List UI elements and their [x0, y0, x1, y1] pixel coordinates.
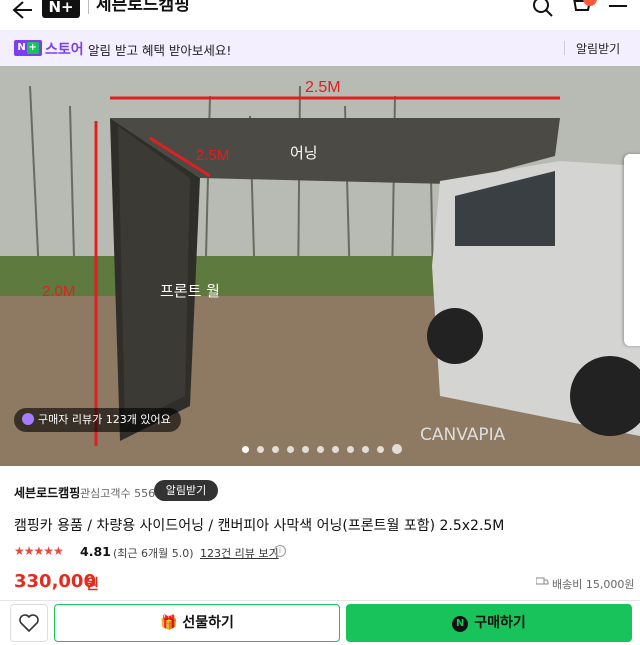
- follow-alarm-button[interactable]: 알림받기: [154, 480, 218, 501]
- review-count-pill[interactable]: 구매자 리뷰가 123개 있어요: [14, 408, 181, 432]
- gift-icon: 🎁: [160, 615, 178, 631]
- product-image[interactable]: 2.5M 2.5M 2.0M 어닝 프론트 월 CANVAPIA: [0, 66, 640, 466]
- rating-value: 4.81: [80, 544, 111, 559]
- price: 330,000: [14, 571, 96, 592]
- store-name[interactable]: 세븐로드캠핑: [96, 0, 190, 16]
- wishlist-button[interactable]: [10, 604, 48, 642]
- review-icon: [22, 413, 34, 425]
- gift-button[interactable]: 🎁 선물하기: [54, 604, 340, 642]
- carousel-dot[interactable]: [287, 446, 294, 453]
- store-banner: N + 스토어 알림 받고 혜택 받아보세요! 알림받기: [0, 30, 640, 66]
- carousel-dot[interactable]: [242, 446, 249, 453]
- buy-button[interactable]: N 구매하기: [346, 604, 632, 642]
- naver-pay-icon: N: [452, 616, 469, 632]
- rating-stars: ★★★★★: [14, 544, 64, 558]
- truck-icon: [536, 577, 549, 585]
- depth-dimension-label: 2.5M: [196, 147, 229, 164]
- heart-icon: [19, 614, 39, 633]
- seller-name[interactable]: 세븐로드캠핑: [14, 484, 80, 501]
- banner-message: 알림 받고 혜택 받아보세요!: [88, 43, 232, 58]
- carousel-dot[interactable]: [362, 446, 369, 453]
- back-arrow-icon[interactable]: [10, 0, 34, 22]
- price-unit: 원: [86, 577, 99, 593]
- carousel-dot[interactable]: [332, 446, 339, 453]
- awning-photo: 2.5M 2.5M 2.0M 어닝 프론트 월 CANVAPIA: [0, 66, 640, 466]
- height-dimension-label: 2.0M: [42, 283, 75, 300]
- shipping-fee: 배송비 15,000원: [552, 578, 635, 591]
- follower-count: 관심고객수 556: [80, 487, 156, 500]
- banner-subscribe-button[interactable]: 알림받기: [576, 40, 620, 57]
- buy-label: 구매하기: [474, 615, 526, 631]
- naver-plus-badge: N +: [14, 40, 42, 56]
- review-link[interactable]: 123건 리뷰 보기: [200, 545, 279, 561]
- divider: [88, 0, 89, 14]
- awning-label: 어닝: [290, 144, 318, 162]
- top-bar: N+ 세븐로드캠핑: [0, 0, 640, 30]
- divider: [564, 41, 565, 55]
- side-tab[interactable]: [624, 154, 640, 346]
- recent-rating: (최근 6개월 5.0): [113, 547, 194, 560]
- banner-store-label: 스토어: [45, 42, 84, 58]
- carousel-dot[interactable]: [257, 446, 264, 453]
- carousel-play-icon[interactable]: [392, 444, 402, 454]
- carousel-dot[interactable]: [272, 446, 279, 453]
- carousel-dot[interactable]: [317, 446, 324, 453]
- product-title: 캠핑카 용품 / 차량용 사이드어닝 / 캔버피아 사막색 어닝(프론트월 포함…: [14, 518, 505, 534]
- naver-plus-logo[interactable]: N+: [42, 0, 80, 18]
- carousel-dot[interactable]: [377, 446, 384, 453]
- review-notice-text: 구매자 리뷰가 123개 있어요: [38, 413, 171, 426]
- front-wall-label: 프론트 월: [160, 282, 220, 300]
- info-icon[interactable]: i: [274, 545, 286, 557]
- menu-icon[interactable]: [607, 0, 629, 18]
- width-dimension-label: 2.5M: [305, 79, 341, 96]
- gift-label: 선물하기: [182, 615, 234, 631]
- watermark: CANVAPIA: [420, 425, 506, 445]
- carousel-dot[interactable]: [302, 446, 309, 453]
- carousel-dot[interactable]: [347, 446, 354, 453]
- search-icon[interactable]: [532, 0, 554, 18]
